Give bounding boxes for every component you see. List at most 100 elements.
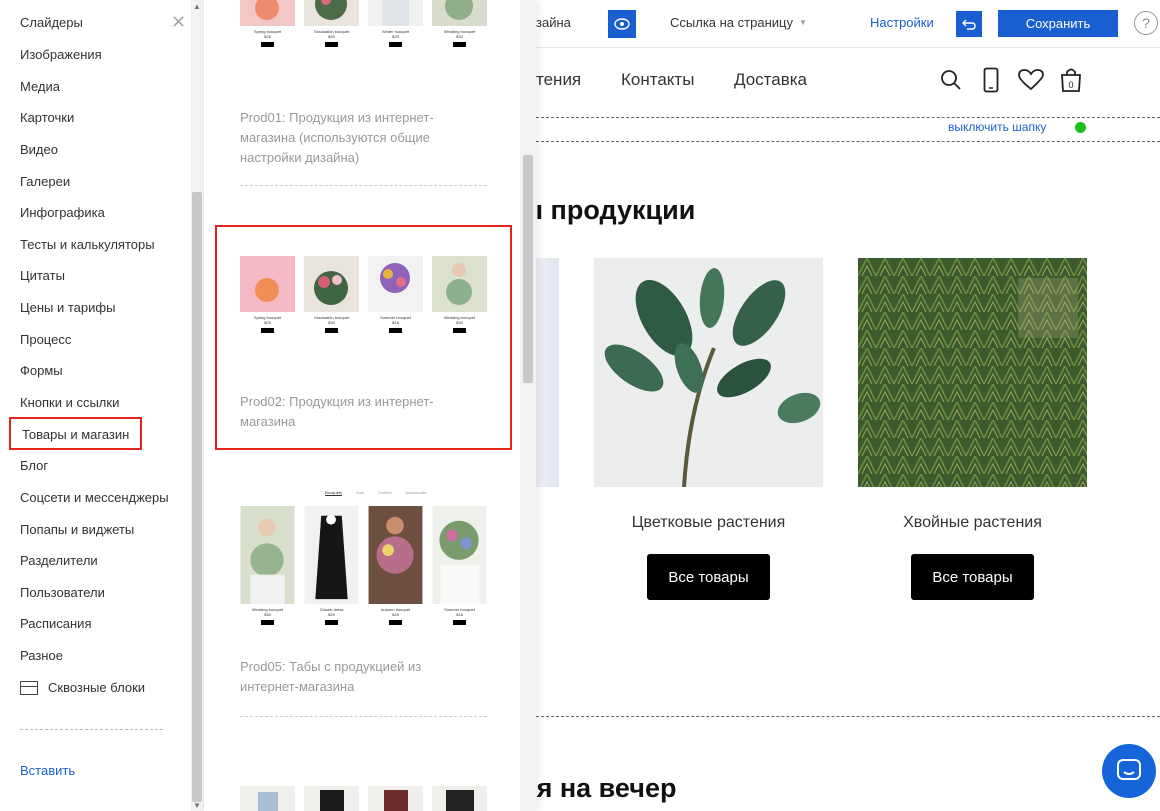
through-blocks-label: Сквозные блоки xyxy=(48,680,146,695)
nav-icons: 0 xyxy=(938,66,1084,94)
category-item[interactable]: Медиа xyxy=(20,79,60,94)
page-link-dropdown[interactable]: Ссылка на страницу ▼ xyxy=(670,15,807,30)
item-price: $25 xyxy=(264,320,271,325)
product-thumb xyxy=(432,786,487,811)
close-icon[interactable]: ✕ xyxy=(171,12,186,33)
buy-button-mini xyxy=(325,42,338,47)
nav-item[interactable]: тения xyxy=(536,70,581,90)
nav-item-delivery[interactable]: Доставка xyxy=(734,70,807,90)
section-divider xyxy=(536,716,1160,717)
category-item[interactable]: Цитаты xyxy=(20,268,65,283)
settings-link[interactable]: Настройки xyxy=(870,15,934,30)
product-thumb xyxy=(304,256,359,312)
product-name: Цветковые растения xyxy=(631,514,786,531)
undo-button[interactable] xyxy=(956,11,982,37)
header-status-dot xyxy=(1075,122,1086,133)
tab-mini: Bouquets xyxy=(325,490,342,496)
product-card: Цветковые растения Все товары xyxy=(594,258,823,600)
flowering-plant-image xyxy=(594,258,823,488)
through-blocks-item[interactable]: Сквозные блоки xyxy=(20,680,145,695)
category-item[interactable]: Кнопки и ссылки xyxy=(20,395,119,410)
template-label[interactable]: Prod01: Продукция из интернет-магазина (… xyxy=(240,108,480,168)
category-item[interactable]: Видео xyxy=(20,142,58,157)
category-item[interactable]: Тесты и калькуляторы xyxy=(20,237,155,252)
mobile-phone-icon[interactable] xyxy=(978,66,1004,94)
item-price: $18 xyxy=(392,320,399,325)
tab-mini: Sale xyxy=(355,490,364,495)
preview-button[interactable] xyxy=(608,10,636,38)
cart-icon[interactable]: 0 xyxy=(1058,66,1084,94)
panel-scrollbar-thumb[interactable] xyxy=(523,155,533,383)
all-products-button[interactable]: Все товары xyxy=(647,554,770,600)
sidebar-divider xyxy=(20,729,163,730)
buy-button-mini xyxy=(453,42,466,47)
category-item[interactable]: Разделители xyxy=(20,553,98,568)
category-item[interactable]: Процесс xyxy=(20,332,71,347)
category-item[interactable]: Попапы и виджеты xyxy=(20,522,134,537)
category-item[interactable]: Изображения xyxy=(20,47,102,62)
category-item[interactable]: Слайдеры xyxy=(20,15,83,30)
search-icon[interactable] xyxy=(938,66,964,94)
buy-button-mini xyxy=(389,328,402,333)
product-thumb xyxy=(240,786,295,811)
chat-widget-button[interactable] xyxy=(1102,744,1156,798)
template-divider xyxy=(240,716,487,717)
help-button[interactable]: ? xyxy=(1134,11,1158,35)
category-item[interactable]: Блог xyxy=(20,458,48,473)
item-price: $25 xyxy=(392,612,399,617)
item-price: $20 xyxy=(392,34,399,39)
sidebar-scrollbar[interactable]: ▲ ▼ xyxy=(191,0,203,811)
cart-count: 0 xyxy=(1068,80,1073,90)
category-item-selected[interactable]: Товары и магазин xyxy=(9,417,143,450)
buy-button-mini xyxy=(389,620,402,625)
buy-button-mini xyxy=(325,620,338,625)
template-divider xyxy=(240,185,487,186)
all-products-button[interactable]: Все товары xyxy=(911,554,1034,600)
section-title-products: ы продукции xyxy=(520,195,696,225)
template-preview[interactable] xyxy=(240,786,487,811)
header-divider-bottom xyxy=(536,141,1160,142)
product-thumb xyxy=(304,786,359,811)
scroll-up-arrow-icon[interactable]: ▲ xyxy=(193,2,201,11)
product-thumb xyxy=(368,0,423,26)
product-thumb xyxy=(240,256,295,312)
blocks-icon xyxy=(20,680,38,695)
caret-down-icon: ▼ xyxy=(798,18,807,27)
buy-button-mini xyxy=(261,620,274,625)
template-preview[interactable]: Spring bouquet $25 Graduation bouquet $30 … xyxy=(240,0,487,48)
design-label[interactable]: зайна xyxy=(536,15,571,30)
category-item[interactable]: Формы xyxy=(20,363,63,378)
category-item[interactable]: Инфографика xyxy=(20,205,105,220)
template-tabs-preview: Bouquets Sale Clothes Accessories xyxy=(325,490,427,496)
template-preview[interactable]: Spring bouquet $25 Graduation bouquet $30 … xyxy=(240,256,487,334)
category-item[interactable]: Цены и тарифы xyxy=(20,300,115,315)
category-item[interactable]: Карточки xyxy=(20,110,74,125)
product-thumb xyxy=(368,786,423,811)
item-price: $25 xyxy=(264,34,271,39)
save-button[interactable]: Сохранить xyxy=(998,10,1118,37)
category-item[interactable]: Разное xyxy=(20,648,63,663)
eye-icon xyxy=(614,18,630,30)
template-preview[interactable]: Wedding bouquet $30 Classic dress $29 Autu… xyxy=(240,506,487,626)
sidebar-scrollbar-thumb[interactable] xyxy=(192,192,202,802)
buy-button-mini xyxy=(261,328,274,333)
template-label[interactable]: Prod05: Табы с продукцией из интернет-ма… xyxy=(240,657,480,697)
buy-button-mini xyxy=(325,328,338,333)
category-item[interactable]: Галереи xyxy=(20,174,70,189)
category-item[interactable]: Расписания xyxy=(20,616,91,631)
disable-header-link[interactable]: выключить шапку xyxy=(948,120,1046,134)
template-label[interactable]: Prod02: Продукция из интернет-магазина xyxy=(240,392,480,432)
category-item[interactable]: Соцсети и мессенджеры xyxy=(20,490,169,505)
header-divider xyxy=(536,117,1160,118)
product-thumb xyxy=(304,506,359,604)
chat-icon xyxy=(1117,759,1141,780)
nav-item-contacts[interactable]: Контакты xyxy=(621,70,694,90)
scroll-down-arrow-icon[interactable]: ▼ xyxy=(193,801,201,810)
conifer-plant-image xyxy=(858,258,1087,487)
panel-scrollbar[interactable] xyxy=(520,0,536,811)
category-item[interactable]: Пользователи xyxy=(20,585,105,600)
product-thumb xyxy=(240,506,295,604)
heart-icon[interactable] xyxy=(1018,66,1044,94)
insert-link[interactable]: Вставить xyxy=(20,763,75,778)
item-price: $30 xyxy=(264,612,271,617)
